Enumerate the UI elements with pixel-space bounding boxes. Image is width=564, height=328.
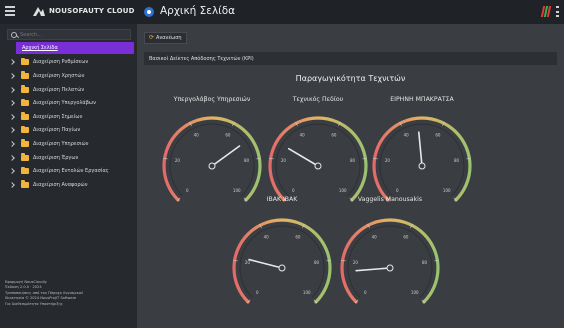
sidebar-item-projects[interactable]: Διαχείριση Έργων — [0, 151, 137, 165]
gauge-tick-label: 60 — [403, 234, 409, 239]
sidebar: Αρχική Σελίδα Διαχείριση Ρυθμίσεων Διαχε… — [0, 24, 137, 328]
sidebar-item-label: Διαχείριση Αναφορών — [33, 181, 88, 188]
home-icon — [144, 7, 154, 17]
gauge-tick-label: 0 — [364, 290, 367, 295]
chevron-right-icon — [9, 168, 15, 174]
refresh-icon: ⟳ — [149, 34, 155, 41]
sidebar-item-assets[interactable]: Διαχείριση Παγίων — [0, 124, 137, 138]
page-title: Αρχική Σελίδα — [160, 5, 236, 17]
chevron-right-icon — [9, 141, 15, 147]
chevron-right-icon — [9, 113, 15, 120]
refresh-button[interactable]: ⟳ Ανανέωση — [144, 32, 187, 44]
search-input[interactable] — [20, 31, 120, 38]
hamburger-menu-icon[interactable] — [5, 6, 15, 18]
brand-text: NOUSOFAUTY CLOUD — [49, 7, 135, 15]
chevron-right-icon — [9, 59, 15, 66]
sidebar-item-label: Διαχείριση Πελατών — [33, 86, 85, 93]
flag-icon[interactable] — [540, 6, 552, 17]
sidebar-item-clients[interactable]: Διαχείριση Πελατών — [0, 83, 137, 97]
gauge-tick-label: 100 — [411, 290, 419, 295]
sidebar-item-label: Διαχείριση Υπηρεσιών — [33, 140, 89, 147]
refresh-label: Ανανέωση — [156, 35, 182, 41]
chevron-right-icon — [9, 73, 15, 79]
gauge-tick-label: 40 — [372, 234, 378, 239]
folder-icon — [21, 180, 29, 188]
sidebar-item-points[interactable]: Διαχείριση Σημείων — [0, 110, 137, 124]
folder-icon — [21, 125, 29, 134]
sidebar-item-home[interactable]: Αρχική Σελίδα — [16, 42, 134, 54]
gauge-tick-label: 20 — [353, 260, 359, 265]
sidebar-item-label: Διαχείριση Παγίων — [33, 127, 81, 134]
gauge-chart: 0 20 40 60 80 100 — [340, 218, 440, 304]
sidebar-footer: Εφαρμογή NousCloudly Έκδοση 2.0.0 · 2024… — [5, 280, 133, 307]
sidebar-item-label: Διαχείριση Ρυθμίσεων — [33, 59, 89, 66]
chevron-right-icon — [9, 127, 15, 134]
folder-icon — [21, 166, 29, 175]
sidebar-item-subcontractors[interactable]: Διαχείριση Υπεργολάβων — [0, 96, 137, 110]
chevron-right-icon — [9, 100, 15, 107]
sidebar-item-reports[interactable]: Διαχείριση Αναφορών — [0, 178, 137, 192]
folder-icon — [21, 71, 29, 79]
footer-line: Για διαθεσιμότητα Υποστήριξης — [5, 301, 63, 306]
folder-icon — [21, 112, 29, 120]
folder-icon — [21, 85, 29, 93]
chevron-right-icon — [9, 181, 15, 188]
folder-icon — [21, 98, 29, 107]
gauge-inner-arc — [347, 225, 433, 299]
kpi-title: Βασικοί Δείκτες Απόδοσης Τεχνιτών (KPI) — [149, 55, 254, 62]
sidebar-item-label: Αρχική Σελίδα — [22, 45, 58, 51]
sidebar-item-label: Διαχείριση Χρηστών — [33, 72, 85, 79]
gauge-needle — [355, 267, 391, 272]
brand-logo[interactable]: NOUSOFAUTY CLOUD — [32, 5, 135, 17]
sidebar-item-services[interactable]: Διαχείριση Υπηρεσιών — [0, 137, 137, 151]
search-icon — [11, 31, 17, 38]
top-bar: NOUSOFAUTY CLOUD Αρχική Σελίδα — [0, 0, 564, 24]
folder-icon — [21, 57, 29, 66]
kpi-chart-panel: Παραγωγικότητα Τεχνιτών Υπεργολάβος Υπηρ… — [144, 68, 557, 328]
folder-icon — [21, 153, 29, 161]
search-box — [7, 29, 131, 40]
sidebar-item-label: Διαχείριση Σημείων — [33, 113, 83, 120]
gauge-tick-label: 80 — [422, 260, 428, 265]
chevron-right-icon — [9, 154, 15, 161]
chevron-right-icon — [9, 86, 15, 93]
brand-mark-icon — [33, 7, 45, 16]
sidebar-item-label: Διαχείριση Εντολών Εργασίας — [33, 168, 109, 175]
folder-icon — [21, 139, 29, 147]
more-options-icon[interactable] — [556, 6, 559, 17]
main-content: ⟳ Ανανέωση Βασικοί Δείκτες Απόδοσης Τεχν… — [137, 24, 564, 328]
kpi-header: Βασικοί Δείκτες Απόδοσης Τεχνιτών (KPI) — [144, 52, 557, 65]
gauge-hub — [386, 264, 394, 272]
sidebar-item-work-orders[interactable]: Διαχείριση Εντολών Εργασίας — [0, 164, 137, 178]
sidebar-item-settings[interactable]: Διαχείριση Ρυθμίσεων — [0, 56, 137, 70]
sidebar-item-users[interactable]: Διαχείριση Χρηστών — [0, 69, 137, 83]
sidebar-item-label: Διαχείριση Έργων — [33, 154, 79, 161]
sidebar-item-label: Διαχείριση Υπεργολάβων — [33, 100, 96, 107]
sidebar-menu: Αρχική Σελίδα Διαχείριση Ρυθμίσεων Διαχε… — [0, 42, 137, 192]
